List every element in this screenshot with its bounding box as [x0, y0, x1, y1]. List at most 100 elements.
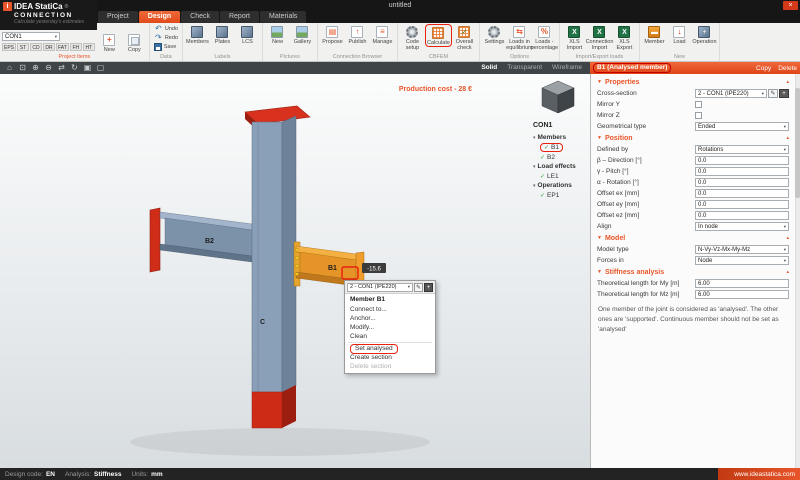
- copy-member-button[interactable]: Copy: [756, 65, 771, 72]
- align-dropdown[interactable]: In node ▾: [695, 222, 789, 231]
- mirror-z-checkbox[interactable]: [695, 112, 702, 119]
- alpha-rotation-input[interactable]: 0.0: [695, 178, 789, 187]
- labels-members-button[interactable]: Members: [185, 24, 210, 45]
- cross-section-dropdown[interactable]: 2 - CON1 (IPE220) ▾: [695, 89, 767, 98]
- new-item-button[interactable]: + New: [97, 32, 122, 53]
- delete-member-button[interactable]: Delete: [778, 65, 797, 72]
- menu-item-clean[interactable]: Clean: [345, 332, 435, 341]
- orbit-icon[interactable]: ↻: [68, 62, 81, 74]
- home-view-icon[interactable]: ⌂: [3, 62, 16, 74]
- publish-button[interactable]: ↑ Publish: [345, 24, 370, 45]
- add-cross-section-button[interactable]: +: [779, 89, 789, 98]
- type-button-ht[interactable]: HT: [82, 43, 95, 51]
- menu-item-connect-to[interactable]: Connect to...: [345, 305, 435, 314]
- forces-in-dropdown[interactable]: Node ▾: [695, 256, 789, 265]
- xls-import-button[interactable]: X XLS Import: [562, 24, 587, 51]
- section-properties[interactable]: ▼ Properties ▴: [591, 76, 795, 88]
- type-button-cd[interactable]: CD: [30, 43, 43, 51]
- view-mode-solid[interactable]: Solid: [476, 62, 502, 74]
- pan-icon[interactable]: ⇄: [55, 62, 68, 74]
- website-link[interactable]: www.ideastatica.com: [718, 468, 800, 480]
- tab-check[interactable]: Check: [181, 11, 219, 23]
- row-beta-direction: β – Direction [°] 0.0: [591, 155, 795, 166]
- navigation-cube[interactable]: [541, 80, 575, 114]
- menu-item-anchor[interactable]: Anchor...: [345, 314, 435, 323]
- zoom-in-icon[interactable]: ⊕: [29, 62, 42, 74]
- tree-section-load-effects[interactable]: ▾ Load effects: [533, 162, 589, 171]
- menu-item-set-analysed[interactable]: Set analysed: [345, 344, 435, 354]
- viewport-3d[interactable]: B2 C B1 -15.6 Production cost - 28 € CON…: [0, 74, 590, 468]
- tree-item-b2[interactable]: ✓ B2: [533, 152, 589, 162]
- screenshot-icon[interactable]: ▢: [94, 62, 107, 74]
- geometrical-type-dropdown[interactable]: Ended ▾: [695, 122, 789, 131]
- edit-cross-section-button[interactable]: ✎: [768, 89, 778, 98]
- type-button-fh[interactable]: FH: [69, 43, 82, 51]
- new-operation-button[interactable]: + Operation: [692, 24, 717, 45]
- propose-button[interactable]: ▤ Propose: [320, 24, 345, 45]
- zoom-out-icon[interactable]: ⊖: [42, 62, 55, 74]
- xls-export-button[interactable]: X XLS Export: [612, 24, 637, 51]
- gallery-button[interactable]: Gallery: [290, 24, 315, 45]
- select-icon[interactable]: ▣: [81, 62, 94, 74]
- tab-design[interactable]: Design: [138, 11, 181, 23]
- tree-item-le1[interactable]: ✓ LE1: [533, 171, 589, 181]
- type-button-eps[interactable]: EPS: [2, 43, 17, 51]
- close-button[interactable]: ×: [783, 1, 798, 10]
- tree-section-operations[interactable]: ▾ Operations: [533, 181, 589, 190]
- scrollbar-thumb[interactable]: [795, 88, 800, 198]
- tree-item-ep1[interactable]: ✓ EP1: [533, 190, 589, 200]
- connection-selector[interactable]: CON1 ▾: [2, 32, 60, 41]
- tab-report[interactable]: Report: [219, 11, 259, 23]
- undo-button[interactable]: ↶ Undo: [152, 24, 180, 33]
- length-mz-input[interactable]: 6.00: [695, 290, 789, 299]
- redo-button[interactable]: ↷ Redo: [152, 33, 180, 42]
- panel-scrollbar[interactable]: [795, 74, 800, 468]
- type-button-dr[interactable]: DR: [43, 43, 56, 51]
- copy-item-button[interactable]: Copy: [122, 32, 147, 53]
- offset-ex-input[interactable]: 0.0: [695, 189, 789, 198]
- labels-lcs-button[interactable]: LCS: [235, 24, 260, 45]
- menu-item-create-section[interactable]: Create section: [345, 353, 435, 362]
- loads-percentage-button[interactable]: % Loads - percentage: [531, 24, 558, 51]
- menu-item-modify[interactable]: Modify...: [345, 323, 435, 332]
- section-model[interactable]: ▼ Model ▴: [591, 232, 795, 244]
- view-mode-wireframe[interactable]: Wireframe: [547, 62, 587, 74]
- settings-button[interactable]: Settings: [482, 24, 507, 45]
- b1-annotation: ✓ B1: [540, 142, 563, 152]
- connection-import-button[interactable]: X Connection Import: [586, 24, 613, 51]
- defined-by-dropdown[interactable]: Rotations ▾: [695, 145, 789, 154]
- calculate-button[interactable]: Calculate: [426, 25, 451, 46]
- mirror-y-checkbox[interactable]: [695, 101, 702, 108]
- offset-ey-input[interactable]: 0.0: [695, 200, 789, 209]
- tab-project[interactable]: Project: [98, 11, 138, 23]
- new-load-button[interactable]: ↓ Load: [667, 24, 692, 45]
- view-mode-transparent[interactable]: Transparent: [502, 62, 547, 74]
- beam-b2[interactable]: B2: [149, 207, 253, 273]
- type-button-st[interactable]: ST: [17, 43, 30, 51]
- section-position[interactable]: ▼ Position ▴: [591, 132, 795, 144]
- tree-section-members[interactable]: ▾ Members: [533, 133, 589, 142]
- save-button[interactable]: Save: [152, 42, 180, 51]
- code-setup-button[interactable]: Code setup: [400, 24, 425, 51]
- beta-direction-input[interactable]: 0.0: [695, 156, 789, 165]
- manage-button[interactable]: ≡ Manage: [370, 24, 395, 45]
- tree-root-con1[interactable]: CON1: [533, 122, 589, 133]
- model-type-dropdown[interactable]: N-Vy-Vz-Mx-My-Mz ▾: [695, 245, 789, 254]
- length-my-input[interactable]: 6.00: [695, 279, 789, 288]
- labels-plates-button[interactable]: Plates: [210, 24, 235, 45]
- loads-in-equilibrium-button[interactable]: ⇆ Loads in equilibrium: [506, 24, 533, 51]
- type-button-fat[interactable]: FAT: [56, 43, 69, 51]
- gamma-pitch-input[interactable]: 0.0: [695, 167, 789, 176]
- 3d-scene[interactable]: B2 C B1 -15.6: [0, 74, 590, 468]
- tab-materials[interactable]: Materials: [260, 11, 307, 23]
- overall-check-button[interactable]: ✓ Overall check: [452, 24, 477, 51]
- tree-item-b1[interactable]: ✓ B1: [533, 142, 589, 152]
- new-picture-button[interactable]: New: [265, 24, 290, 45]
- zoom-fit-icon[interactable]: ⊡: [16, 62, 29, 74]
- cross-section-selector[interactable]: 2 - CON1 (IPE220) ▾: [347, 282, 413, 292]
- edit-cross-section-button[interactable]: ✎: [414, 282, 423, 292]
- new-member-button[interactable]: ▬ Member: [642, 24, 667, 45]
- offset-ez-input[interactable]: 0.0: [695, 211, 789, 220]
- add-cross-section-button[interactable]: +: [424, 282, 433, 292]
- section-stiffness-analysis[interactable]: ▼ Stiffness analysis ▴: [591, 266, 795, 278]
